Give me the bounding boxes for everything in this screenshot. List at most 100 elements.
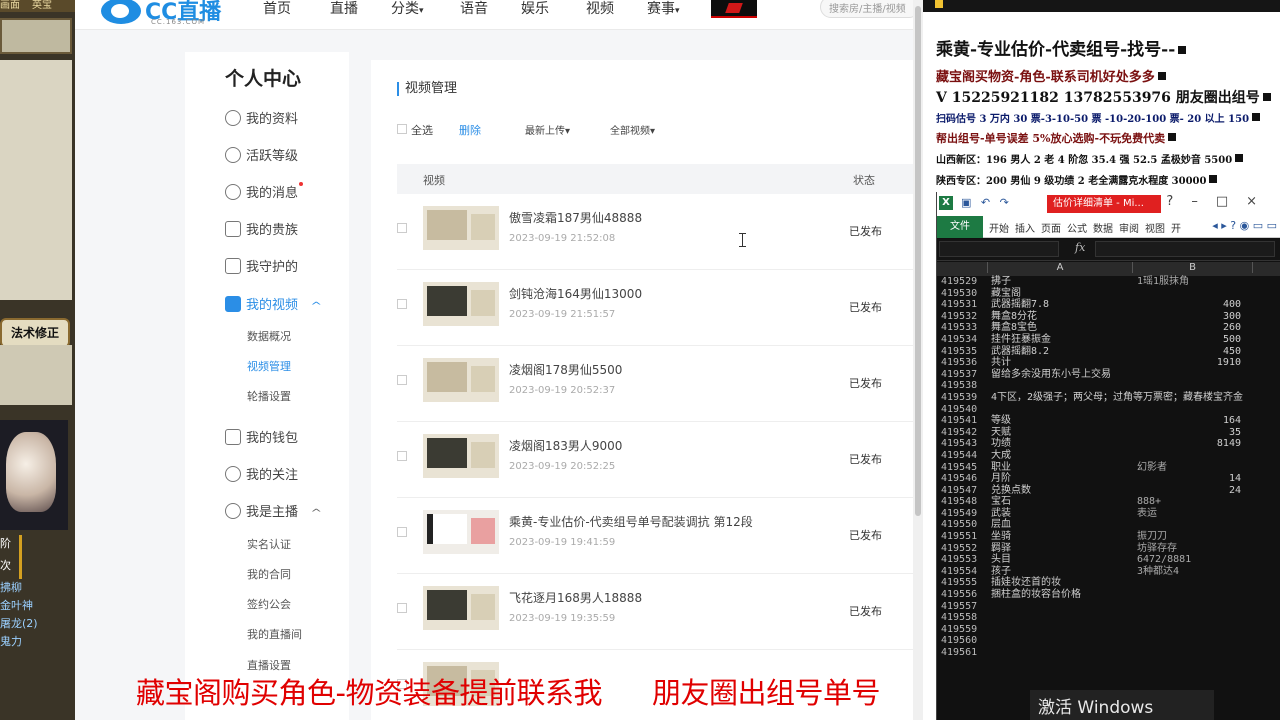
scrollbar-thumb[interactable]: [915, 6, 921, 516]
quick-access-toolbar[interactable]: ▣ ↶ ↷: [961, 196, 1012, 209]
fx-icon[interactable]: fx: [1075, 241, 1085, 254]
cell-value[interactable]: 164: [1223, 415, 1241, 427]
cell-a[interactable]: 插娃妆还首的妆: [991, 577, 1061, 589]
spreadsheet-row[interactable]: 419547 兑换点数 24: [937, 485, 1280, 497]
delete-button[interactable]: 删除: [459, 122, 481, 138]
spreadsheet-row[interactable]: 419529 拂子 1瑶1服抹角: [937, 276, 1280, 288]
cell-b[interactable]: 坊驿存存: [1137, 543, 1177, 555]
ribbon-tool-icons[interactable]: ◂ ▸ ? ◉ ▭ ▭: [1212, 219, 1277, 232]
video-row[interactable]: 凌烟阁178男仙5500 2023-09-19 20:52:37 已发布: [397, 346, 923, 422]
cell-a[interactable]: 武器摇翻7.8: [991, 299, 1049, 311]
spreadsheet-row[interactable]: 419550 层血: [937, 519, 1280, 531]
cell-a[interactable]: 挂件狂暴振金: [991, 334, 1051, 346]
nav-home[interactable]: 首页: [263, 0, 291, 18]
live-promo-thumbnail[interactable]: [711, 0, 757, 18]
spreadsheet-row[interactable]: 419559: [937, 624, 1280, 636]
row-checkbox[interactable]: [397, 299, 407, 309]
video-thumbnail[interactable]: [423, 434, 499, 478]
spreadsheet-row[interactable]: 419532 舞盒8分花 300: [937, 311, 1280, 323]
cell-a[interactable]: 藏宝阁: [991, 288, 1021, 300]
cell-value[interactable]: 14: [1229, 473, 1241, 485]
cell-a[interactable]: 武器摇翻8.2: [991, 346, 1049, 358]
cell-value[interactable]: 1910: [1217, 357, 1241, 369]
video-thumbnail[interactable]: [423, 358, 499, 402]
spreadsheet-row[interactable]: 419546 月阶 14: [937, 473, 1280, 485]
cell-a[interactable]: 层血: [991, 519, 1011, 531]
spreadsheet-row[interactable]: 419556 捆柱盒的妆容台价格: [937, 589, 1280, 601]
video-thumbnail[interactable]: [423, 282, 499, 326]
cell-a[interactable]: 捆柱盒的妆容台价格: [991, 589, 1081, 601]
ribbon-tab[interactable]: 开: [1171, 224, 1181, 235]
cell-a[interactable]: 武装: [991, 508, 1011, 520]
cell-a[interactable]: 孩子: [991, 566, 1011, 578]
sidebar-item-messages[interactable]: 我的消息: [225, 182, 304, 204]
video-title[interactable]: 乘黄-专业估价-代卖组号单号配装调抗 第12段: [509, 513, 753, 530]
ribbon-tab[interactable]: 视图: [1145, 224, 1165, 235]
ribbon-tab[interactable]: 数据: [1093, 224, 1113, 235]
spreadsheet-row[interactable]: 419530 藏宝阁: [937, 288, 1280, 300]
spreadsheet-row[interactable]: 419537 留给多余没用东小号上交易: [937, 369, 1280, 381]
spreadsheet-row[interactable]: 419542 天赋 35: [937, 427, 1280, 439]
sidebar-subitem-live-room[interactable]: 我的直播间: [247, 626, 302, 642]
skill-correction-button[interactable]: 法术修正: [0, 318, 70, 348]
game-menu-item[interactable]: 英宝: [32, 0, 52, 11]
friend-list-item[interactable]: 屠龙(2): [0, 615, 75, 633]
cell-a[interactable]: 舞盒8宝色: [991, 322, 1037, 334]
friend-list-item[interactable]: 鬼力: [0, 633, 75, 651]
nav-voice[interactable]: 语音: [460, 0, 488, 18]
spreadsheet-row[interactable]: 419545 职业 幻影者: [937, 462, 1280, 474]
sidebar-subitem-guild[interactable]: 签约公会: [247, 596, 291, 612]
cc-live-logo[interactable]: CC直播 CC.163.COM: [101, 0, 231, 26]
friend-list-item[interactable]: 拂柳: [0, 579, 75, 597]
spreadsheet-row[interactable]: 419543 功绩 8149: [937, 438, 1280, 450]
column-header-a[interactable]: A: [987, 262, 1133, 273]
cell-value[interactable]: 400: [1223, 299, 1241, 311]
spreadsheet-row[interactable]: 419558: [937, 612, 1280, 624]
spreadsheet-row[interactable]: 419531 武器摇翻7.8 400: [937, 299, 1280, 311]
spreadsheet-row[interactable]: 419548 宝石 888+: [937, 496, 1280, 508]
ribbon-tab[interactable]: 开始: [989, 224, 1009, 235]
cell-b[interactable]: 6472/8881: [1137, 554, 1191, 566]
spreadsheet-row[interactable]: 419557: [937, 601, 1280, 613]
sidebar-subitem-real-name[interactable]: 实名认证: [247, 536, 291, 552]
search-input[interactable]: 搜索房/主播/视频: [820, 0, 920, 18]
filter-dropdown[interactable]: 全部视频▾: [610, 122, 655, 137]
cell-a[interactable]: 功绩: [991, 438, 1011, 450]
ribbon-tab[interactable]: 页面: [1041, 224, 1061, 235]
spreadsheet-row[interactable]: 419533 舞盒8宝色 260: [937, 322, 1280, 334]
page-scrollbar[interactable]: [913, 0, 923, 720]
row-checkbox[interactable]: [397, 451, 407, 461]
spreadsheet-row[interactable]: 419555 插娃妆还首的妆: [937, 577, 1280, 589]
sidebar-item-profile[interactable]: 我的资料: [225, 108, 298, 130]
video-row[interactable]: 飞花逐月168男人18888 2023-09-19 19:35:59 已发布: [397, 574, 923, 650]
video-title[interactable]: 凌烟阁178男仙5500: [509, 361, 622, 378]
cell-value[interactable]: 450: [1223, 346, 1241, 358]
spreadsheet-row[interactable]: 419552 羁驿 坊驿存存: [937, 543, 1280, 555]
sidebar-item-following[interactable]: 我的关注: [225, 464, 298, 486]
cell-a[interactable]: 等级: [991, 415, 1011, 427]
sidebar-item-guarding[interactable]: 我守护的: [225, 256, 298, 278]
sidebar-item-noble[interactable]: 我的贵族: [225, 219, 298, 241]
cell-value[interactable]: 35: [1229, 427, 1241, 439]
ribbon-tab[interactable]: 公式: [1067, 224, 1087, 235]
spreadsheet-row[interactable]: 419538: [937, 380, 1280, 392]
ribbon-tab[interactable]: 插入: [1015, 224, 1035, 235]
cell-b[interactable]: 幻影者: [1137, 462, 1167, 474]
video-title[interactable]: 剑钝沧海164男仙13000: [509, 285, 642, 302]
formula-input[interactable]: [1095, 241, 1275, 257]
nav-category[interactable]: 分类▾: [391, 0, 424, 18]
cell-a[interactable]: 头目: [991, 554, 1011, 566]
cell-value[interactable]: 300: [1223, 311, 1241, 323]
cell-a[interactable]: 大成: [991, 450, 1011, 462]
row-checkbox[interactable]: [397, 527, 407, 537]
video-row[interactable]: 凌烟阁183男人9000 2023-09-19 20:52:25 已发布: [397, 422, 923, 498]
spreadsheet-row[interactable]: 419549 武装 表运: [937, 508, 1280, 520]
name-box[interactable]: [939, 241, 1059, 257]
select-all-checkbox[interactable]: [397, 124, 407, 134]
cell-a[interactable]: 兑换点数: [991, 485, 1031, 497]
ribbon-tab[interactable]: 审阅: [1119, 224, 1139, 235]
sidebar-subitem-carousel-settings[interactable]: 轮播设置: [247, 388, 291, 404]
video-title[interactable]: 凌烟阁183男人9000: [509, 437, 622, 454]
nav-live[interactable]: 直播: [330, 0, 358, 18]
cell-a[interactable]: 4下区，2级强子；两父母；过角等万票密；藏春楼宝齐金: [991, 392, 1243, 404]
